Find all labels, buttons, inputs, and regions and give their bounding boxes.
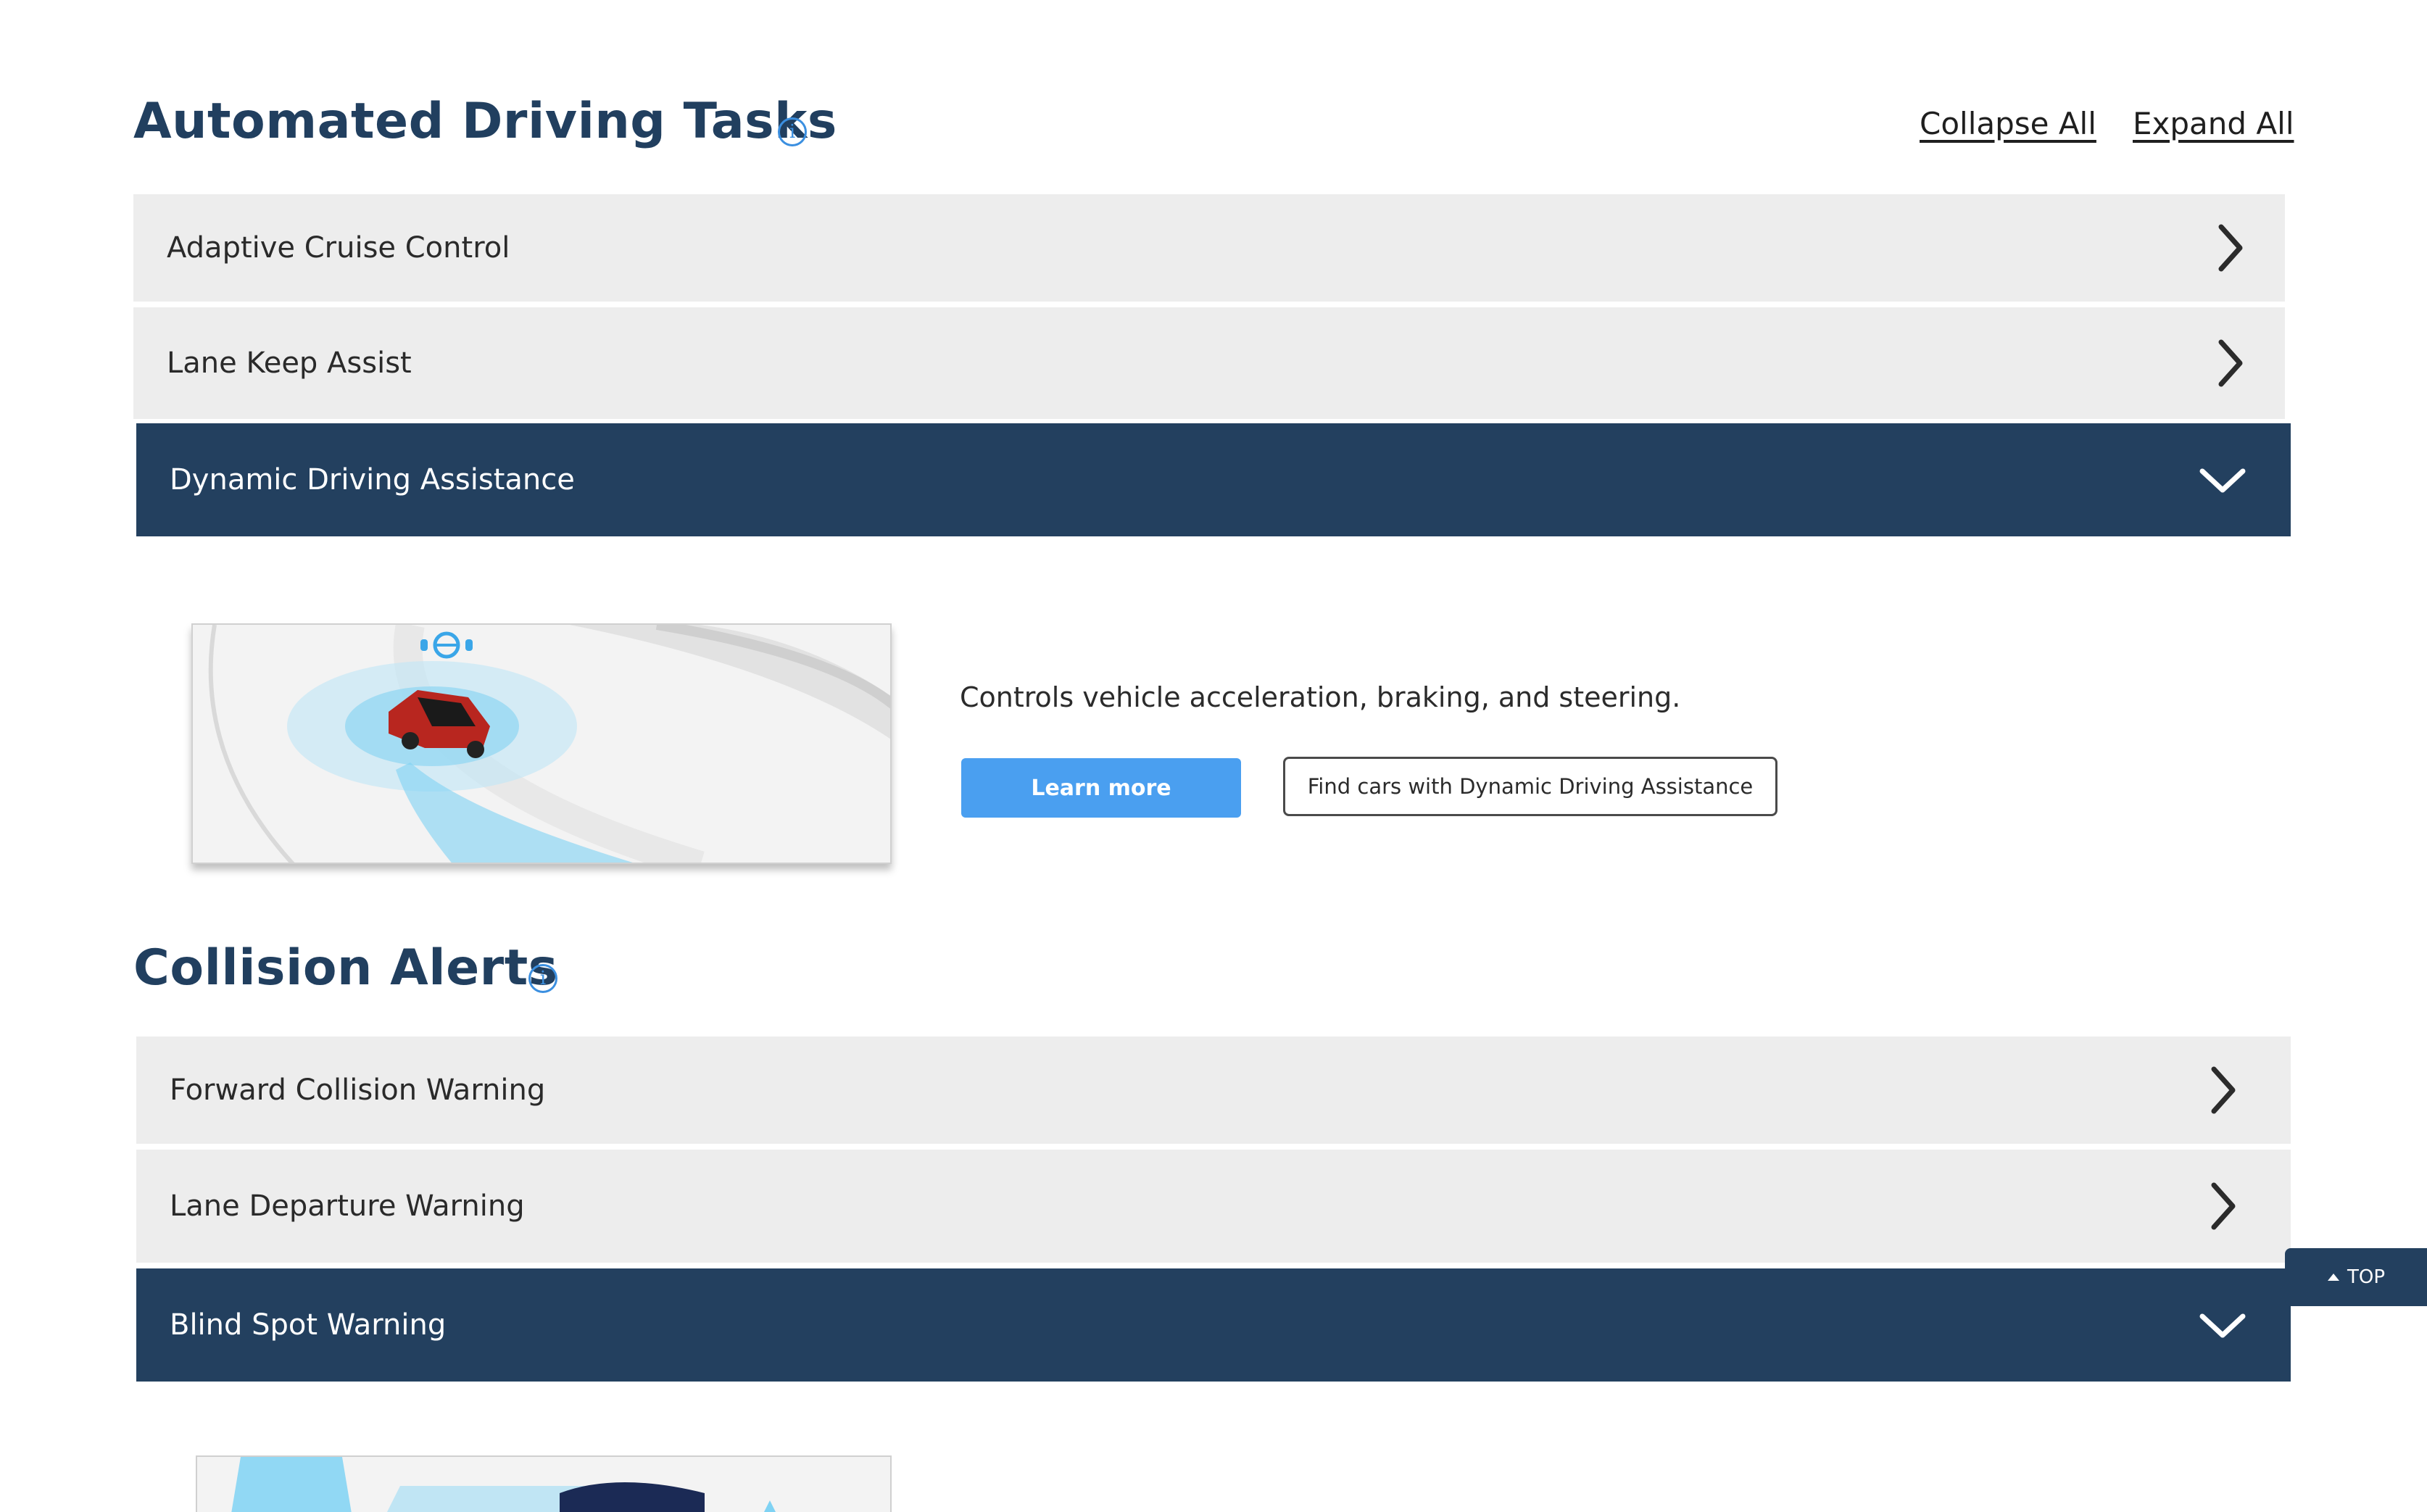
dynamic-driving-assistance-image	[191, 623, 892, 864]
chevron-right-icon	[2218, 339, 2243, 387]
back-to-top-button[interactable]: TOP	[2285, 1248, 2427, 1306]
chevron-down-icon	[2199, 1313, 2246, 1338]
collapse-all-link[interactable]: Collapse All	[1920, 106, 2096, 141]
accordion-item-label: Forward Collision Warning	[170, 1073, 546, 1107]
feature-description: Controls vehicle acceleration, braking, …	[960, 681, 1681, 713]
chevron-right-icon	[2218, 224, 2243, 272]
car-road-illustration	[193, 625, 890, 863]
chevron-right-icon	[2211, 1182, 2236, 1230]
blind-spot-illustration	[197, 1457, 890, 1512]
info-icon[interactable]: i	[528, 964, 557, 993]
accordion-item-label: Blind Spot Warning	[170, 1308, 447, 1342]
accordion-item-label: Dynamic Driving Assistance	[170, 463, 575, 497]
find-cars-button[interactable]: Find cars with Dynamic Driving Assistanc…	[1283, 757, 1777, 816]
expand-all-link[interactable]: Expand All	[2133, 106, 2294, 141]
accordion-item-label: Lane Departure Warning	[170, 1189, 525, 1223]
chevron-down-icon	[2199, 468, 2246, 493]
accordion-item-lane-keep-assist[interactable]: Lane Keep Assist	[133, 307, 2285, 419]
section-title-automated-driving-tasks: Automated Driving Tasks	[133, 93, 837, 150]
blind-spot-warning-image	[196, 1455, 892, 1512]
chevron-right-icon	[2211, 1066, 2236, 1114]
section-title-collision-alerts: Collision Alerts	[133, 939, 558, 997]
info-icon[interactable]: i	[778, 117, 807, 146]
accordion-item-dynamic-driving-assistance[interactable]: Dynamic Driving Assistance	[136, 423, 2291, 536]
accordion-item-lane-departure-warning[interactable]: Lane Departure Warning	[136, 1150, 2291, 1263]
accordion-item-forward-collision-warning[interactable]: Forward Collision Warning	[136, 1037, 2291, 1144]
accordion-item-label: Adaptive Cruise Control	[167, 231, 510, 265]
accordion-item-label: Lane Keep Assist	[167, 346, 412, 380]
accordion-item-adaptive-cruise-control[interactable]: Adaptive Cruise Control	[133, 194, 2285, 302]
back-to-top-label: TOP	[2347, 1266, 2386, 1288]
caret-up-icon	[2327, 1274, 2339, 1281]
accordion-item-blind-spot-warning[interactable]: Blind Spot Warning	[136, 1268, 2291, 1382]
learn-more-button[interactable]: Learn more	[961, 758, 1241, 818]
